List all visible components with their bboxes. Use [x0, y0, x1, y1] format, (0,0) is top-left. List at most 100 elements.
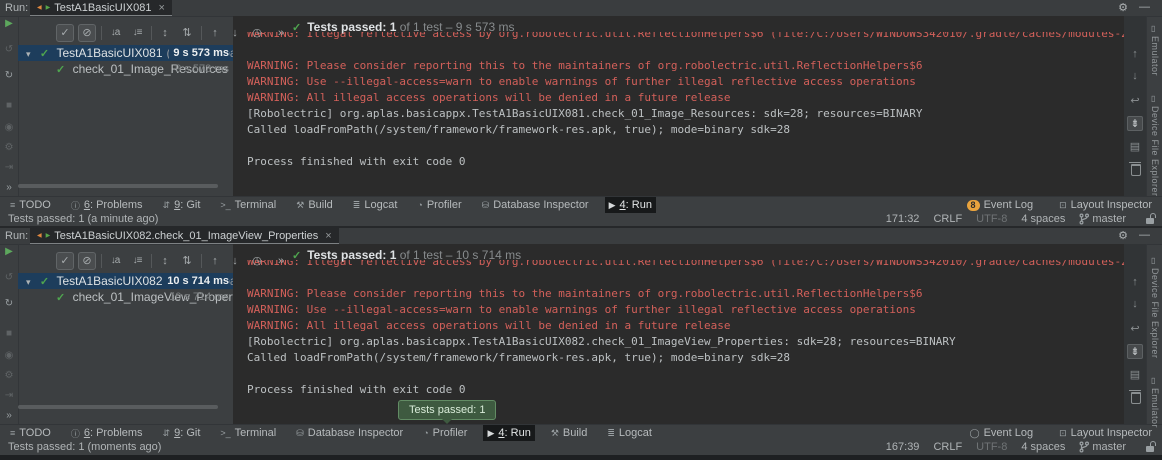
clear-console-button[interactable]: [1131, 164, 1141, 176]
chevron-down-icon[interactable]: ▾: [26, 49, 31, 59]
print-button[interactable]: ▤: [1124, 140, 1146, 153]
toolwindow-terminal[interactable]: >_Terminal: [216, 197, 280, 213]
sort-by-duration-button[interactable]: ↓≡: [128, 252, 146, 270]
test-tree-root-row[interactable]: ▾ ✓ TestA1BasicUIX082(org.aplas.basica 1…: [18, 273, 233, 289]
gear-icon[interactable]: ⚙: [1118, 1, 1128, 14]
sort-alphabetically-button[interactable]: ↓a: [106, 24, 124, 42]
show-passed-toggle[interactable]: ✓: [56, 252, 74, 270]
git-branch-widget[interactable]: master: [1079, 439, 1126, 455]
print-button[interactable]: ▤: [1124, 368, 1146, 381]
show-passed-toggle[interactable]: ✓: [56, 24, 74, 42]
toolwindow-problems[interactable]: ⓘ6: Problems: [67, 425, 147, 441]
line-ending[interactable]: CRLF: [933, 213, 962, 225]
rerun-failed-tests-button[interactable]: ↺: [0, 272, 18, 284]
file-encoding[interactable]: UTF-8: [976, 213, 1007, 225]
rerun-button[interactable]: ▶: [0, 246, 18, 258]
screenshot-button[interactable]: ◉: [0, 122, 18, 134]
collapse-all-button[interactable]: ⇅: [178, 24, 196, 42]
toolwindow-profiler[interactable]: ◔Profiler: [413, 197, 465, 213]
exit-button[interactable]: ⇥: [0, 390, 18, 402]
previous-failed-test-button[interactable]: ↑: [206, 252, 224, 270]
test-tree-child-row[interactable]: ✓ check_01_ImageView_Properties 10 s 714…: [18, 289, 233, 305]
sidebar-tab-emulator[interactable]: Emulator: [1150, 36, 1160, 76]
indent-setting[interactable]: 4 spaces: [1021, 213, 1065, 225]
toolwindow-logcat[interactable]: ≣Logcat: [349, 197, 402, 213]
scroll-up-button[interactable]: ↑: [1124, 276, 1146, 288]
tree-horizontal-scrollbar[interactable]: [18, 184, 218, 188]
tree-horizontal-scrollbar[interactable]: [18, 405, 218, 409]
scroll-to-end-toggle[interactable]: ⇟: [1127, 116, 1143, 131]
run-tab[interactable]: ◀▶ TestA1BasicUIX082.check_01_ImageView_…: [30, 228, 339, 244]
clear-console-button[interactable]: [1131, 392, 1141, 404]
next-failed-test-button[interactable]: ↓: [226, 24, 244, 42]
more-options-icon[interactable]: »: [0, 182, 18, 194]
soft-wrap-button[interactable]: ↩: [1124, 322, 1146, 335]
stop-button[interactable]: ■: [0, 328, 18, 340]
toolwindow-git[interactable]: ⇵9: Git: [159, 425, 205, 441]
rerun-button[interactable]: ▶: [0, 18, 18, 30]
expand-all-button[interactable]: ↕: [156, 24, 174, 42]
scroll-down-button[interactable]: ↓: [1124, 70, 1146, 82]
toolwindow-database-inspector[interactable]: ⛁Database Inspector: [478, 197, 593, 213]
show-ignored-toggle[interactable]: ⊘: [78, 252, 96, 270]
toolwindow-run[interactable]: ▶4: Run: [483, 425, 534, 441]
toolwindow-todo[interactable]: ≡TODO: [6, 425, 55, 441]
chevron-down-icon[interactable]: ▾: [26, 277, 31, 287]
scroll-down-button[interactable]: ↓: [1124, 298, 1146, 310]
hide-icon[interactable]: —: [1139, 1, 1150, 13]
console-line: [Robolectric] org.aplas.basicappx.TestA1…: [247, 334, 956, 350]
caret-position[interactable]: 167:39: [886, 441, 920, 453]
more-toolbar-icon[interactable]: »: [272, 24, 290, 42]
soft-wrap-button[interactable]: ↩: [1124, 94, 1146, 107]
hide-icon[interactable]: —: [1139, 229, 1150, 241]
sidebar-tab-device-file-explorer[interactable]: Device File Explorer: [1150, 268, 1160, 359]
next-failed-test-button[interactable]: ↓: [226, 252, 244, 270]
sort-alphabetically-button[interactable]: ↓a: [106, 252, 124, 270]
unlocked-icon[interactable]: [1146, 218, 1154, 224]
test-tree-root-row[interactable]: ▾ ✓ TestA1BasicUIX081(org.aplas.basica 9…: [18, 45, 233, 61]
caret-position[interactable]: 171:32: [886, 213, 920, 225]
test-history-button[interactable]: ◷: [248, 252, 266, 270]
more-options-icon[interactable]: »: [0, 410, 18, 422]
test-settings-button[interactable]: ⚙: [0, 370, 18, 382]
rerun-failed-tests-button[interactable]: ↺: [0, 44, 18, 56]
stop-button[interactable]: ■: [0, 100, 18, 112]
indent-setting[interactable]: 4 spaces: [1021, 441, 1065, 453]
sort-by-duration-button[interactable]: ↓≡: [128, 24, 146, 42]
unlocked-icon[interactable]: [1146, 446, 1154, 452]
toggle-auto-test-button[interactable]: ↻: [0, 70, 18, 82]
toolwindow-database-inspector[interactable]: ⛁Database Inspector: [292, 425, 407, 441]
scroll-to-end-toggle[interactable]: ⇟: [1127, 344, 1143, 359]
exit-button[interactable]: ⇥: [0, 162, 18, 174]
toolwindow-todo[interactable]: ≡TODO: [6, 197, 55, 213]
toolwindow-problems[interactable]: ⓘ6: Problems: [67, 197, 147, 213]
expand-all-button[interactable]: ↕: [156, 252, 174, 270]
test-tree-child-row[interactable]: ✓ check_01_Image_Resources 9 s 573 ms: [18, 61, 233, 77]
more-toolbar-icon[interactable]: »: [272, 252, 290, 270]
toolwindow-logcat[interactable]: ≣Logcat: [603, 425, 656, 441]
sidebar-tab-emulator[interactable]: Emulator: [1150, 388, 1160, 428]
scroll-up-button[interactable]: ↑: [1124, 48, 1146, 60]
line-ending[interactable]: CRLF: [933, 441, 962, 453]
collapse-all-button[interactable]: ⇅: [178, 252, 196, 270]
run-tab[interactable]: ◀▶ TestA1BasicUIX081 ×: [30, 0, 172, 16]
test-history-button[interactable]: ◷: [248, 24, 266, 42]
toolwindow-run[interactable]: ▶4: Run: [605, 197, 656, 213]
toolwindow-terminal[interactable]: >_Terminal: [216, 425, 280, 441]
toolwindow-build[interactable]: ⚒Build: [292, 197, 337, 213]
git-branch-icon: [1079, 213, 1089, 225]
toggle-auto-test-button[interactable]: ↻: [0, 298, 18, 310]
previous-failed-test-button[interactable]: ↑: [206, 24, 224, 42]
sidebar-tab-device-file-explorer[interactable]: Device File Explorer: [1150, 106, 1160, 197]
show-ignored-toggle[interactable]: ⊘: [78, 24, 96, 42]
problems-icon: ⓘ: [71, 427, 80, 440]
screenshot-button[interactable]: ◉: [0, 350, 18, 362]
gear-icon[interactable]: ⚙: [1118, 229, 1128, 242]
close-icon[interactable]: ×: [158, 2, 164, 14]
file-encoding[interactable]: UTF-8: [976, 441, 1007, 453]
toolwindow-build[interactable]: ⚒Build: [547, 425, 592, 441]
toolwindow-git[interactable]: ⇵9: Git: [159, 197, 205, 213]
test-settings-button[interactable]: ⚙: [0, 142, 18, 154]
close-icon[interactable]: ×: [325, 230, 331, 242]
git-branch-widget[interactable]: master: [1079, 211, 1126, 227]
